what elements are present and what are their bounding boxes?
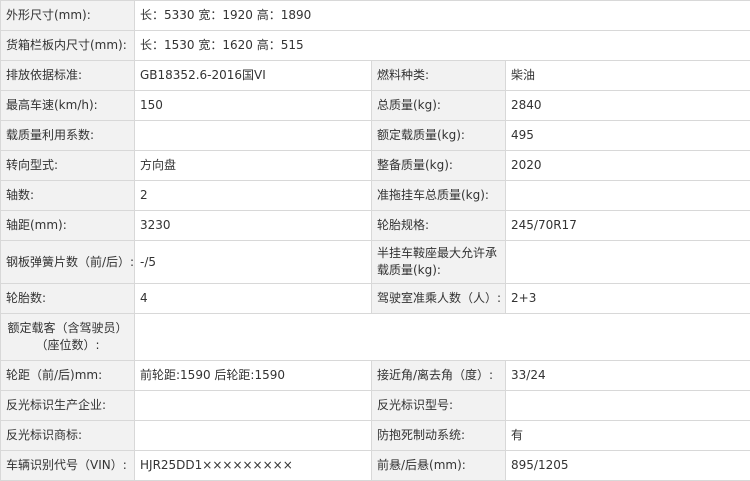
spec-value: 495 [506, 121, 750, 151]
spec-value [135, 314, 750, 361]
spec-label: 接近角/离去角（度）: [372, 361, 506, 391]
table-row: 排放依据标准: GB18352.6-2016国VI 燃料种类: 柴油 [1, 61, 750, 91]
spec-value: 长：5330 宽：1920 高：1890 [135, 1, 750, 31]
spec-label: 驾驶室准乘人数（人）: [372, 284, 506, 314]
spec-label: 反光标识生产企业: [1, 391, 135, 421]
spec-label: 轮胎规格: [372, 211, 506, 241]
spec-value: 方向盘 [135, 151, 372, 181]
spec-value: HJR25DD1××××××××× [135, 451, 372, 481]
spec-value: 有 [506, 421, 750, 451]
spec-label: 轮胎数: [1, 284, 135, 314]
table-row: 轮胎数: 4 驾驶室准乘人数（人）: 2+3 [1, 284, 750, 314]
spec-value: 245/70R17 [506, 211, 750, 241]
table-row: 外形尺寸(mm): 长：5330 宽：1920 高：1890 [1, 1, 750, 31]
spec-label: 准拖挂车总质量(kg): [372, 181, 506, 211]
spec-value: 2 [135, 181, 372, 211]
spec-value: 长：1530 宽：1620 高：515 [135, 31, 750, 61]
spec-label: 轮距（前/后)mm: [1, 361, 135, 391]
vehicle-spec-table: 外形尺寸(mm): 长：5330 宽：1920 高：1890 货箱栏板内尺寸(m… [0, 0, 750, 481]
spec-label: 前悬/后悬(mm): [372, 451, 506, 481]
spec-value [135, 421, 372, 451]
table-row: 轴距(mm): 3230 轮胎规格: 245/70R17 [1, 211, 750, 241]
spec-value: -/5 [135, 241, 372, 284]
table-row: 反光标识生产企业: 反光标识型号: [1, 391, 750, 421]
table-row: 轴数: 2 准拖挂车总质量(kg): [1, 181, 750, 211]
spec-value: 4 [135, 284, 372, 314]
spec-value: 2020 [506, 151, 750, 181]
spec-value [506, 391, 750, 421]
table-row: 转向型式: 方向盘 整备质量(kg): 2020 [1, 151, 750, 181]
table-row: 最高车速(km/h): 150 总质量(kg): 2840 [1, 91, 750, 121]
spec-value [135, 391, 372, 421]
spec-label: 反光标识商标: [1, 421, 135, 451]
spec-label: 排放依据标准: [1, 61, 135, 91]
spec-value: 柴油 [506, 61, 750, 91]
spec-value [135, 121, 372, 151]
spec-value [506, 241, 750, 284]
spec-label: 额定载客（含驾驶员）（座位数）: [1, 314, 135, 361]
spec-label: 整备质量(kg): [372, 151, 506, 181]
table-row: 车辆识别代号（VIN）: HJR25DD1××××××××× 前悬/后悬(mm)… [1, 451, 750, 481]
spec-label: 反光标识型号: [372, 391, 506, 421]
spec-value: 150 [135, 91, 372, 121]
spec-value: GB18352.6-2016国VI [135, 61, 372, 91]
spec-label: 外形尺寸(mm): [1, 1, 135, 31]
spec-value: 33/24 [506, 361, 750, 391]
spec-label: 转向型式: [1, 151, 135, 181]
spec-label: 燃料种类: [372, 61, 506, 91]
spec-value: 895/1205 [506, 451, 750, 481]
spec-value: 2+3 [506, 284, 750, 314]
spec-label: 轴数: [1, 181, 135, 211]
spec-label: 轴距(mm): [1, 211, 135, 241]
table-row: 钢板弹簧片数（前/后）: -/5 半挂车鞍座最大允许承载质量(kg): [1, 241, 750, 284]
table-row: 额定载客（含驾驶员）（座位数）: [1, 314, 750, 361]
spec-label: 额定载质量(kg): [372, 121, 506, 151]
spec-label: 载质量利用系数: [1, 121, 135, 151]
spec-label: 防抱死制动系统: [372, 421, 506, 451]
spec-label: 总质量(kg): [372, 91, 506, 121]
table-row: 载质量利用系数: 额定载质量(kg): 495 [1, 121, 750, 151]
table-row: 反光标识商标: 防抱死制动系统: 有 [1, 421, 750, 451]
spec-label: 货箱栏板内尺寸(mm): [1, 31, 135, 61]
table-row: 货箱栏板内尺寸(mm): 长：1530 宽：1620 高：515 [1, 31, 750, 61]
spec-value [506, 181, 750, 211]
spec-value: 3230 [135, 211, 372, 241]
table-row: 轮距（前/后)mm: 前轮距:1590 后轮距:1590 接近角/离去角（度）:… [1, 361, 750, 391]
spec-value: 前轮距:1590 后轮距:1590 [135, 361, 372, 391]
spec-value: 2840 [506, 91, 750, 121]
spec-label: 最高车速(km/h): [1, 91, 135, 121]
spec-label: 半挂车鞍座最大允许承载质量(kg): [372, 241, 506, 284]
spec-label: 钢板弹簧片数（前/后）: [1, 241, 135, 284]
spec-label: 车辆识别代号（VIN）: [1, 451, 135, 481]
